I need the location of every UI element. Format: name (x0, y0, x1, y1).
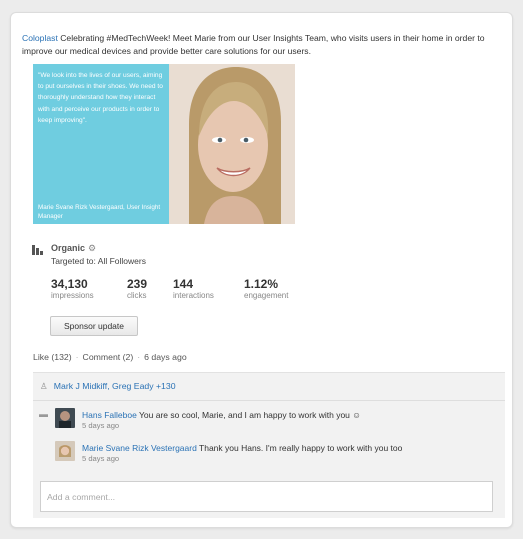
engagement-metric: 1.12% engagement (244, 277, 289, 301)
avatar[interactable] (55, 408, 75, 428)
gear-icon[interactable]: ⚙ (88, 243, 96, 253)
add-comment-input[interactable] (40, 481, 493, 512)
quote-attribution: Marie Svane Rizk Vestergaard, User Insig… (38, 204, 161, 220)
analytics-icon (32, 245, 43, 255)
quote-text: "We look into the lives of our users, ai… (38, 72, 163, 124)
comment-link[interactable]: Comment (2) (83, 352, 134, 362)
comment-author-link[interactable]: Marie Svane Rizk Vestergaard (82, 443, 197, 453)
comment-icon: ▬ (39, 409, 48, 419)
comment-text: Marie Svane Rizk Vestergaard Thank you H… (82, 443, 403, 453)
post-text: Coloplast Celebrating #MedTechWeek! Meet… (22, 32, 508, 57)
portrait-photo (169, 64, 295, 224)
interactions-metric: 144 interactions (173, 277, 214, 301)
like-link[interactable]: Like (132) (33, 352, 72, 362)
clicks-metric: 239 clicks (127, 277, 148, 301)
impressions-metric: 34,130 impressions (51, 277, 94, 301)
avatar[interactable] (55, 441, 75, 461)
comments-section: ♙ Mark J Midkiff, Greg Eady +130 ▬ Hans F… (33, 372, 505, 518)
sponsor-update-button[interactable]: Sponsor update (50, 316, 138, 336)
post-author-link[interactable]: Coloplast (22, 33, 58, 43)
thumbs-up-icon: ♙ (40, 381, 48, 391)
comment-text: Hans Falleboe You are so cool, Marie, an… (82, 410, 361, 420)
post-image[interactable]: "We look into the lives of our users, ai… (33, 64, 295, 224)
post-time: 6 days ago (144, 352, 187, 362)
divider (33, 400, 505, 401)
targeting-info: Targeted to: All Followers (51, 256, 146, 266)
post-body: Celebrating #MedTechWeek! Meet Marie fro… (22, 33, 485, 56)
comment-time: 5 days ago (82, 454, 120, 463)
likers-list[interactable]: ♙ Mark J Midkiff, Greg Eady +130 (40, 381, 176, 392)
comment-author-link[interactable]: Hans Falleboe (82, 410, 137, 420)
social-actions: Like (132) · Comment (2) · 6 days ago (33, 352, 187, 362)
quote-panel: "We look into the lives of our users, ai… (33, 64, 169, 224)
organic-label: Organic ⚙ (51, 243, 97, 253)
comment-time: 5 days ago (82, 421, 120, 430)
